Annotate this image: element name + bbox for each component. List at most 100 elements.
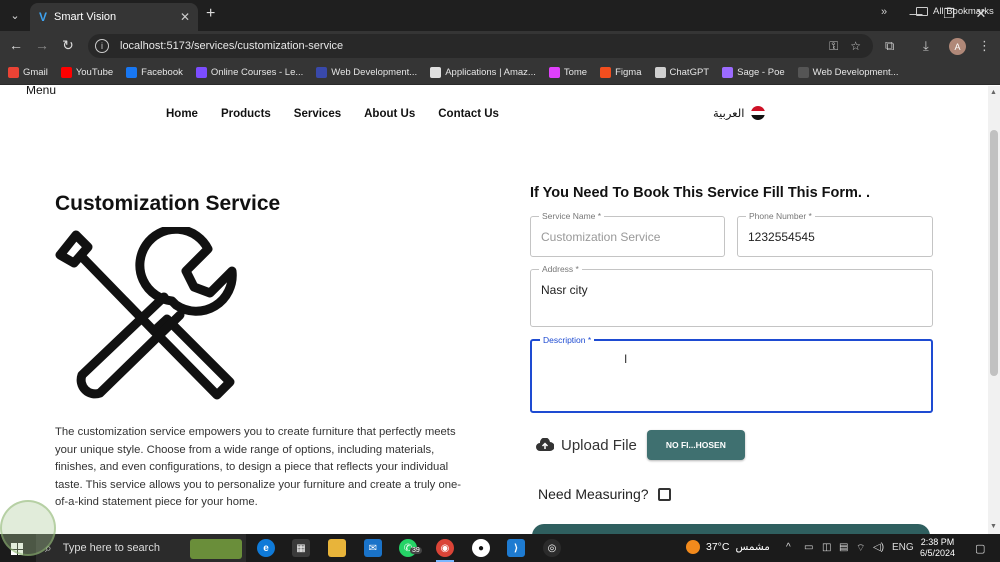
bookmark-item[interactable]: Gmail: [8, 67, 48, 78]
volume-icon[interactable]: ◁): [873, 542, 884, 553]
upload-file-label: Upload File: [561, 436, 637, 454]
clock-date: 6/5/2024: [920, 548, 956, 558]
close-tab-icon[interactable]: ✕: [180, 10, 190, 24]
bookmark-label: Web Development...: [812, 67, 899, 78]
tray-app-icon-3[interactable]: ▤: [839, 542, 848, 553]
site-info-icon[interactable]: i: [95, 39, 109, 53]
wifi-icon[interactable]: ⌔: [856, 542, 865, 555]
service-name-value[interactable]: Customization Service: [541, 230, 660, 244]
clock-time: 2:38 PM: [920, 537, 955, 547]
bookmark-item[interactable]: Web Development...: [797, 67, 899, 78]
reload-icon[interactable]: ↻: [59, 37, 77, 54]
language-switcher[interactable]: العربية: [713, 106, 766, 120]
nav-products[interactable]: Products: [221, 108, 271, 120]
download-icon[interactable]: ⤓: [923, 38, 929, 54]
scroll-up-icon[interactable]: ▲: [990, 89, 997, 96]
phone-number-value[interactable]: 1232554545: [748, 230, 815, 244]
bookmark-favicon-icon: [722, 67, 734, 78]
bookmark-item[interactable]: Web Development...: [316, 67, 417, 78]
chrome-icon[interactable]: ◉: [436, 539, 454, 557]
nav-contact-us[interactable]: Contact Us: [438, 108, 499, 120]
tray-expand-icon[interactable]: ^: [786, 542, 791, 553]
extensions-icon[interactable]: ⧉: [885, 38, 894, 54]
obs-icon[interactable]: ◎: [543, 539, 561, 557]
bookmark-favicon-icon: [797, 67, 809, 78]
choose-file-button[interactable]: NO FI...HOSEN: [646, 430, 745, 460]
bookmark-item[interactable]: Applications | Amaz...: [430, 67, 536, 78]
more-bookmarks-icon[interactable]: »: [881, 6, 887, 18]
bookmark-star-icon[interactable]: ☆: [850, 39, 861, 53]
description-label: Description *: [540, 335, 595, 345]
bookmark-item[interactable]: ChatGPT: [654, 67, 710, 78]
mail-icon[interactable]: ✉: [364, 539, 382, 557]
bookmarks-bar: Gmail YouTube Facebook Online Courses - Le.…: [0, 61, 1000, 85]
wrench-screwdriver-icon: [55, 227, 237, 400]
bookmark-item[interactable]: Tome: [548, 67, 587, 78]
submit-button[interactable]: [532, 524, 930, 534]
bookmark-item[interactable]: Figma: [600, 67, 642, 78]
bookmark-item[interactable]: Facebook: [126, 67, 183, 78]
app-icon[interactable]: ●: [472, 539, 490, 557]
phone-number-field[interactable]: Phone Number * 1232554545: [737, 211, 933, 257]
weather-temp: 37°C: [706, 541, 730, 553]
text-cursor-icon: I: [624, 352, 628, 366]
address-bar[interactable]: i localhost:5173/services/customization-…: [88, 34, 873, 58]
file-explorer-icon[interactable]: [328, 539, 346, 557]
clock[interactable]: 2:38 PM 6/5/2024: [920, 537, 955, 559]
description-field[interactable]: Description *: [530, 335, 933, 413]
new-tab-icon[interactable]: +: [206, 5, 215, 23]
need-measuring-checkbox[interactable]: [657, 487, 671, 501]
address-field[interactable]: Address * Nasr city: [530, 264, 933, 327]
form-title: If You Need To Book This Service Fill Th…: [530, 185, 870, 201]
bookmark-item[interactable]: YouTube: [60, 67, 114, 78]
edge-icon[interactable]: e: [257, 539, 275, 557]
more-menu-icon[interactable]: ⋮: [978, 38, 991, 54]
address-value[interactable]: Nasr city: [541, 283, 588, 297]
bookmark-label: Applications | Amaz...: [445, 67, 536, 78]
browser-tab-bar: ⌄ V Smart Vision ✕ + — ❐ ✕: [0, 0, 1000, 31]
bookmark-label: Figma: [615, 67, 642, 78]
bookmark-favicon-icon: [195, 67, 207, 78]
bookmark-favicon-icon: [600, 67, 612, 78]
nav-about-us[interactable]: About Us: [364, 108, 415, 120]
service-name-label: Service Name *: [539, 211, 605, 221]
folder-icon: [916, 7, 928, 16]
bookmark-favicon-icon: [548, 67, 560, 78]
service-title: Customization Service: [55, 192, 281, 215]
scroll-thumb[interactable]: [990, 130, 998, 376]
weather-desc: مشمس: [735, 541, 770, 553]
taskbar-search-placeholder: Type here to search: [62, 542, 160, 554]
nav-services[interactable]: Services: [294, 108, 341, 120]
scroll-down-icon[interactable]: ▼: [990, 523, 997, 530]
back-icon[interactable]: ←: [7, 37, 25, 53]
url-text[interactable]: localhost:5173/services/customization-se…: [120, 40, 829, 52]
upload-row: Upload File NO FI...HOSEN: [536, 430, 745, 460]
bookmark-item[interactable]: Sage - Poe: [722, 67, 785, 78]
tab-search-icon[interactable]: ⌄: [5, 5, 25, 25]
tray-app-icon-2[interactable]: ◫: [822, 542, 831, 553]
input-language[interactable]: ENG: [892, 542, 914, 553]
bookmark-favicon-icon: [126, 67, 138, 78]
weather-widget[interactable]: 37°C مشمس: [686, 540, 770, 554]
service-name-field[interactable]: Service Name * Customization Service: [530, 211, 725, 257]
page-viewport: Menu Home Products Services About Us Con…: [0, 86, 988, 534]
menu-label[interactable]: Menu: [26, 86, 56, 97]
search-highlight-image: [190, 539, 242, 559]
forward-icon[interactable]: →: [33, 37, 51, 53]
store-icon[interactable]: ▦: [292, 539, 310, 557]
key-icon[interactable]: ⚿: [829, 39, 838, 54]
browser-toolbar: ← → ↻ i localhost:5173/services/customiz…: [0, 31, 1000, 61]
browser-tab[interactable]: V Smart Vision ✕: [30, 3, 198, 31]
page-scrollbar[interactable]: ▲ ▼: [988, 86, 1000, 534]
bookmark-label: YouTube: [75, 67, 114, 78]
notifications-icon[interactable]: ▢: [975, 542, 985, 555]
all-bookmarks[interactable]: All Bookmarks: [916, 6, 994, 17]
tray-app-icon[interactable]: ▭: [804, 542, 813, 553]
all-bookmarks-label: All Bookmarks: [933, 6, 994, 17]
vscode-icon[interactable]: ⟩: [507, 539, 525, 557]
bookmark-label: ChatGPT: [669, 67, 710, 78]
egypt-flag-icon: [751, 106, 766, 120]
nav-home[interactable]: Home: [166, 108, 198, 120]
bookmark-item[interactable]: Online Courses - Le...: [195, 67, 303, 78]
profile-avatar[interactable]: A: [949, 38, 966, 55]
